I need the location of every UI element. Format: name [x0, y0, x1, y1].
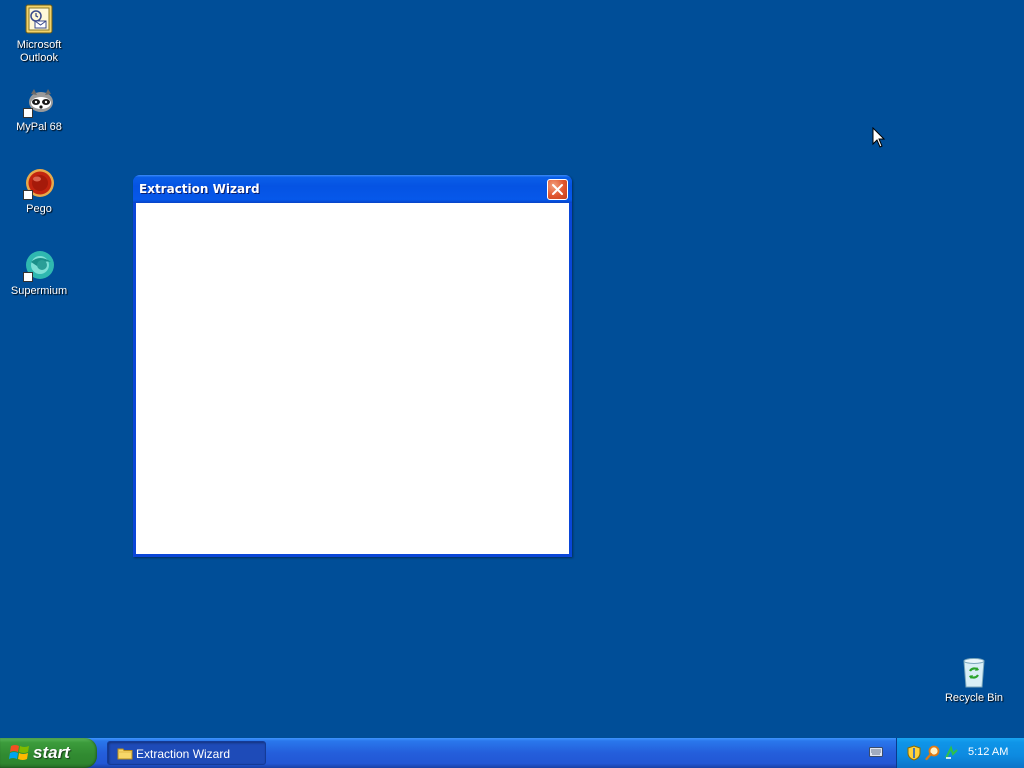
recycle-bin-icon: [958, 657, 990, 689]
taskbar-clock[interactable]: 5:12 AM: [968, 746, 1008, 758]
close-icon: [552, 184, 563, 195]
window-title: Extraction Wizard: [139, 182, 260, 196]
supermium-icon: [23, 250, 55, 282]
desktop-icon-label: Pego: [26, 203, 52, 215]
close-button[interactable]: [547, 179, 568, 200]
security-shield-icon[interactable]: [907, 745, 921, 764]
desktop-icon-mypal[interactable]: MyPal 68: [1, 86, 77, 134]
desktop-icon-label: Recycle Bin: [944, 692, 1004, 704]
network-icon[interactable]: [944, 745, 959, 764]
taskbar-item-label: Extraction Wizard: [136, 747, 231, 761]
shortcut-arrow-icon: [23, 108, 33, 118]
windows-logo-icon: [9, 745, 29, 760]
desktop-icon-label: Supermium: [10, 285, 68, 297]
desktop-icon-outlook[interactable]: Microsoft Outlook: [1, 4, 77, 65]
shortcut-arrow-icon: [23, 272, 33, 282]
desktop: { "desktop": { "background": "#004e98", …: [0, 0, 1024, 768]
mouse-cursor-icon: [872, 126, 886, 152]
window-titlebar[interactable]: Extraction Wizard: [133, 175, 572, 203]
search-icon[interactable]: [925, 745, 940, 764]
keyboard-icon[interactable]: [869, 746, 883, 761]
mypal-icon: [23, 86, 55, 118]
desktop-icon-label: Microsoft: [16, 39, 62, 51]
desktop-icon-recycle-bin[interactable]: Recycle Bin: [936, 657, 1012, 705]
shortcut-arrow-icon: [23, 190, 33, 200]
desktop-icon-supermium[interactable]: Supermium: [1, 250, 77, 298]
pego-icon: [23, 168, 55, 200]
desktop-icon-pego[interactable]: Pego: [1, 168, 77, 216]
taskbar-item-extraction-wizard[interactable]: Extraction Wizard: [107, 741, 266, 765]
start-button[interactable]: start: [0, 738, 97, 768]
extraction-wizard-window[interactable]: Extraction Wizard: [133, 175, 572, 557]
system-tray: 5:12 AM: [896, 738, 1024, 768]
outlook-icon: [23, 4, 55, 36]
start-label: start: [33, 743, 70, 762]
desktop-icon-label: MyPal 68: [16, 121, 62, 133]
taskbar: start Extraction Wizard 5:12 AM: [0, 738, 1024, 768]
folder-icon: [117, 748, 133, 760]
desktop-icon-label: Outlook: [20, 52, 58, 64]
window-content: [136, 203, 569, 554]
